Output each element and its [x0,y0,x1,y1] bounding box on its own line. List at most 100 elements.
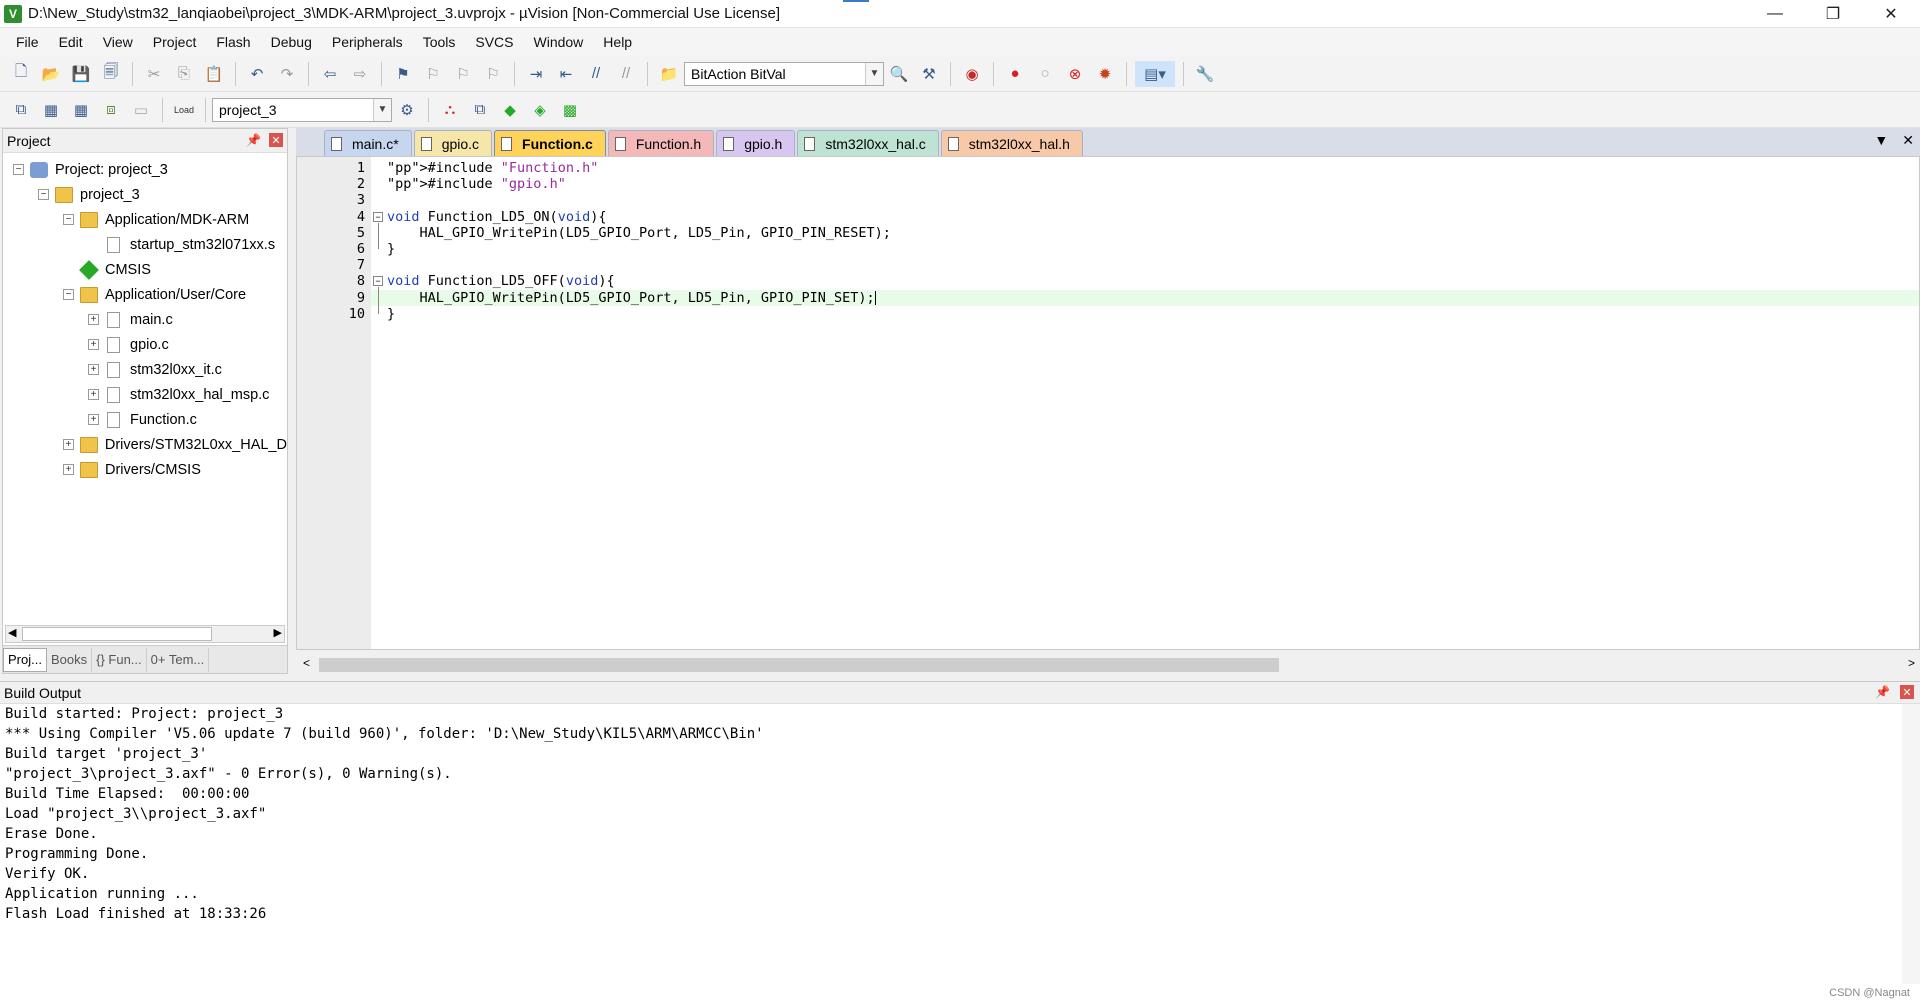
cut-icon[interactable]: ✂ [141,61,167,87]
tree-item[interactable]: + Function.c [3,407,287,432]
collapse-icon[interactable]: − [63,289,74,300]
uncomment-icon[interactable]: // [613,61,639,87]
find-in-files-icon[interactable]: 📁 [656,61,682,87]
pin-icon[interactable]: 📌 [1875,685,1890,699]
collapse-icon[interactable]: − [13,164,24,175]
tree-item[interactable]: + gpio.c [3,332,287,357]
target-combo[interactable]: project_3 ▼ [212,97,392,122]
tree-item[interactable]: − project_3 [3,182,287,207]
menu-window[interactable]: Window [524,34,594,50]
editor-tab[interactable]: Function.h [607,130,715,156]
pin-icon[interactable]: 📌 [246,133,261,147]
tab-books[interactable]: Books [47,647,93,672]
tree-item[interactable]: + Drivers/CMSIS [3,457,287,482]
tree-item[interactable]: − Application/MDK-ARM [3,207,287,232]
scroll-left-icon[interactable]: ◀ [8,626,16,639]
load-icon[interactable]: Load [171,97,197,123]
editor-tab[interactable]: gpio.c [413,130,493,156]
code-editor[interactable]: 1 2 3 4 5 6 7 8 9 10 "pp">#include "Function.h" "p… [296,156,1920,675]
tree-item[interactable]: + main.c [3,307,287,332]
batch-build-icon[interactable]: ⧈ [98,97,124,123]
expand-icon[interactable]: + [88,364,99,375]
expand-icon[interactable]: + [88,339,99,350]
editor-tab[interactable]: gpio.h [716,130,796,156]
code-line[interactable] [371,192,1919,208]
debug-session-icon[interactable]: ◉ [959,61,985,87]
close-editor-icon[interactable]: ✕ [1902,132,1914,149]
comment-icon[interactable]: // [583,61,609,87]
chevron-down-icon[interactable]: ▼ [865,62,883,85]
tab-list-chevron-icon[interactable]: ▼ [1874,132,1888,149]
tab-templates[interactable]: 0+ Tem... [147,647,210,672]
scroll-right-icon[interactable]: > [1908,656,1915,670]
editor-tab[interactable]: main.c* [324,130,412,156]
paste-icon[interactable]: 📋 [201,61,227,87]
window-layout-icon[interactable]: ▤▾ [1135,60,1175,87]
collapse-icon[interactable]: − [38,189,49,200]
stop-build-icon[interactable]: ▭ [128,97,154,123]
tab-project[interactable]: Proj... [3,647,47,672]
new-file-icon[interactable]: 🗋 [8,61,34,87]
nav-forward-icon[interactable]: ⇨ [347,61,373,87]
project-hscrollbar[interactable]: ◀ ▶ [5,625,285,643]
code-line[interactable]: HAL_GPIO_WritePin(LD5_GPIO_Port, LD5_Pin… [371,225,1919,241]
menu-debug[interactable]: Debug [261,34,322,50]
code-line[interactable]: } [371,306,1919,322]
close-icon[interactable]: ✕ [269,133,283,147]
open-file-icon[interactable]: 📂 [38,61,64,87]
tree-item[interactable]: + Drivers/STM32L0xx_HAL_D [3,432,287,457]
undo-icon[interactable]: ↶ [244,61,270,87]
code-line[interactable]: } [371,241,1919,257]
build-output-text[interactable]: Build started: Project: project_3 *** Usi… [0,704,1920,924]
breakpoint-icon[interactable]: ● [1002,61,1028,87]
save-icon[interactable]: 💾 [68,61,94,87]
close-button[interactable]: ✕ [1862,0,1920,28]
fold-collapse-icon[interactable]: − [373,276,383,287]
target-options-icon[interactable]: ⚙ [394,97,420,123]
configure-icon[interactable]: 🔧 [1192,61,1218,87]
find-combo[interactable]: BitAction BitVal ▼ [684,61,884,86]
kill-breakpoints-icon[interactable]: ✹ [1092,61,1118,87]
expand-icon[interactable]: + [63,464,74,475]
menu-view[interactable]: View [93,34,143,50]
clear-bookmarks-icon[interactable]: ⚐ [480,61,506,87]
build-vscrollbar[interactable] [1902,704,1920,984]
code-line[interactable]: "pp">#include "Function.h" [371,160,1919,176]
menu-edit[interactable]: Edit [49,34,93,50]
code-line[interactable]: "pp">#include "gpio.h" [371,176,1919,192]
translate-icon[interactable]: ⧉ [8,97,34,123]
manage-runtime-icon[interactable]: ⧉ [467,97,493,123]
expand-icon[interactable]: + [63,439,74,450]
file-extensions-icon[interactable]: ⛬ [437,97,463,123]
scroll-right-icon[interactable]: ▶ [274,626,282,639]
menu-file[interactable]: File [6,34,49,50]
close-icon[interactable]: ✕ [1900,685,1914,699]
indent-icon[interactable]: ⇥ [523,61,549,87]
redo-icon[interactable]: ↷ [274,61,300,87]
next-bookmark-icon[interactable]: ⚐ [450,61,476,87]
menu-peripherals[interactable]: Peripherals [322,34,413,50]
select-packs-icon[interactable]: ◈ [527,97,553,123]
tree-item[interactable]: startup_stm32l071xx.s [3,232,287,257]
fold-collapse-icon[interactable]: − [373,211,383,222]
tree-item[interactable]: − Project: project_3 [3,157,287,182]
editor-tab[interactable]: Function.c [494,130,606,156]
nav-back-icon[interactable]: ⇦ [317,61,343,87]
build-icon[interactable]: ▦ [38,97,64,123]
incremental-find-icon[interactable]: ⚒ [916,61,942,87]
expand-icon[interactable]: + [88,314,99,325]
tree-item[interactable]: CMSIS [3,257,287,282]
manage-components-icon[interactable]: ▩ [557,97,583,123]
save-all-icon[interactable]: 🗐 [98,61,124,87]
tab-functions[interactable]: {} Fun... [92,647,147,672]
editor-hscrollbar[interactable]: < > [297,655,1920,675]
minimize-button[interactable]: — [1746,0,1804,28]
code-area[interactable]: "pp">#include "Function.h" "pp">#include … [371,157,1919,649]
menu-tools[interactable]: Tools [413,34,466,50]
menu-help[interactable]: Help [593,34,642,50]
menu-svcs[interactable]: SVCS [465,34,523,50]
editor-tab[interactable]: stm32l0xx_hal.h [940,130,1083,156]
menu-project[interactable]: Project [143,34,207,50]
scroll-left-icon[interactable]: < [303,656,310,670]
restore-button[interactable]: ❐ [1804,0,1862,28]
